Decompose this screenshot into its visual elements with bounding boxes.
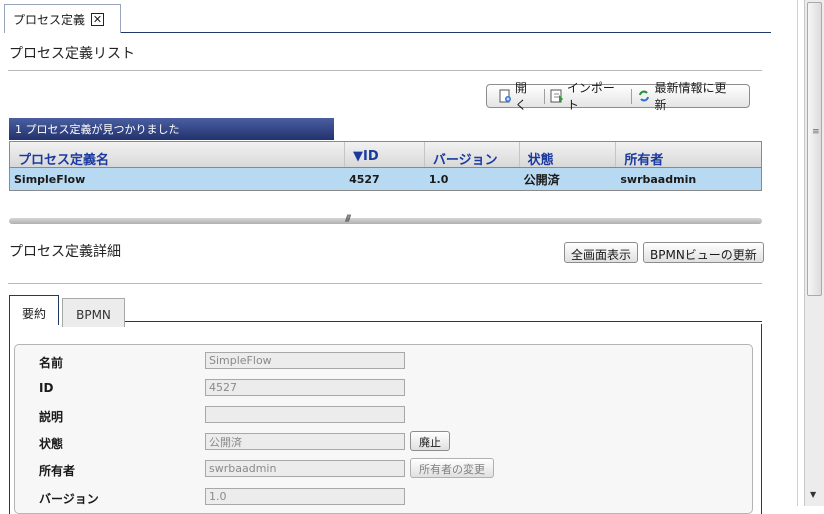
form-row-version: バージョン — [15, 488, 752, 508]
cell-name: SimpleFlow — [14, 173, 86, 186]
status-label: 状態 — [39, 437, 64, 451]
owner-field[interactable] — [205, 460, 405, 477]
column-header-status[interactable]: 状態 — [520, 142, 617, 168]
refresh-button[interactable]: 最新情報に更新 — [632, 79, 743, 113]
open-button[interactable]: 開く — [493, 79, 544, 113]
tab-bpmn[interactable]: BPMN — [62, 298, 125, 327]
divider — [8, 283, 762, 284]
description-label: 説明 — [39, 410, 64, 424]
vertical-scrollbar[interactable]: ≡ ▼ — [804, 0, 824, 506]
column-header-version[interactable]: バージョン — [425, 142, 520, 168]
refresh-label: 最新情報に更新 — [654, 81, 727, 112]
refresh-icon — [637, 89, 651, 103]
cell-version: 1.0 — [428, 173, 449, 186]
column-header-owner[interactable]: 所有者 — [616, 142, 761, 168]
import-icon — [550, 89, 564, 103]
grip-icon: ≡ — [812, 127, 820, 137]
divider — [8, 70, 762, 71]
id-field[interactable] — [205, 379, 405, 396]
table-header: プロセス定義名 ▼ID バージョン 状態 所有者 — [10, 142, 761, 168]
result-count-banner: 1 プロセス定義が見つかりました — [9, 118, 334, 140]
scroll-down-arrow-icon[interactable]: ▼ — [810, 490, 816, 499]
tab-process-definition[interactable]: プロセス定義 ✕ — [4, 4, 121, 33]
form-row-id: ID — [15, 379, 752, 399]
owner-label: 所有者 — [39, 464, 76, 478]
cell-status: 公開済 — [523, 173, 560, 187]
tab-title: プロセス定義 — [13, 12, 86, 27]
import-label: インポート — [566, 81, 615, 112]
detail-section-title: プロセス定義詳細 — [9, 244, 121, 260]
close-icon[interactable]: ✕ — [91, 12, 105, 26]
splitter-handle[interactable]: //// — [9, 214, 762, 224]
list-toolbar: 開く インポート 最新情報に更新 — [486, 81, 750, 112]
form-row-description: 説明 — [15, 406, 752, 426]
column-header-name[interactable]: プロセス定義名 — [10, 142, 346, 168]
cell-id: 4527 — [349, 173, 380, 186]
tab-summary[interactable]: 要約 — [9, 295, 59, 325]
open-label: 開く — [515, 81, 528, 112]
status-field[interactable] — [205, 433, 405, 450]
version-field[interactable] — [205, 488, 405, 505]
form-row-status: 状態 廃止 — [15, 431, 752, 453]
version-label: バージョン — [39, 492, 99, 506]
summary-form: 名前 ID 説明 状態 廃止 所有者 所有者の変更 バージョン — [14, 344, 753, 514]
tab-underline — [121, 32, 771, 33]
tab-strip-line — [125, 321, 762, 322]
name-label: 名前 — [39, 356, 64, 370]
panel-edge — [797, 0, 798, 506]
form-row-name: 名前 — [15, 352, 752, 372]
form-row-owner: 所有者 所有者の変更 — [15, 458, 752, 480]
bpmn-refresh-button[interactable]: BPMNビューの更新 — [643, 242, 764, 263]
change-owner-button[interactable]: 所有者の変更 — [410, 458, 494, 478]
table-row[interactable]: SimpleFlow 4527 1.0 公開済 swrbaadmin — [10, 168, 761, 190]
process-definition-page: プロセス定義 ✕ プロセス定義リスト 開く インポート 最新情報に更新 1 プロ… — [0, 0, 804, 514]
fullscreen-button[interactable]: 全画面表示 — [564, 242, 639, 263]
process-definition-table: プロセス定義名 ▼ID バージョン 状態 所有者 SimpleFlow 4527… — [9, 141, 762, 191]
id-label: ID — [39, 381, 54, 395]
import-button[interactable]: インポート — [545, 79, 632, 113]
deprecate-button[interactable]: 廃止 — [410, 431, 450, 451]
scrollbar-thumb[interactable]: ≡ — [807, 2, 822, 296]
column-header-id[interactable]: ▼ID — [345, 142, 425, 167]
grip-icon: //// — [345, 214, 351, 224]
description-field[interactable] — [205, 406, 405, 423]
list-section-title: プロセス定義リスト — [9, 46, 135, 62]
open-document-icon — [498, 89, 512, 103]
name-field[interactable] — [205, 352, 405, 369]
cell-owner: swrbaadmin — [620, 173, 697, 186]
